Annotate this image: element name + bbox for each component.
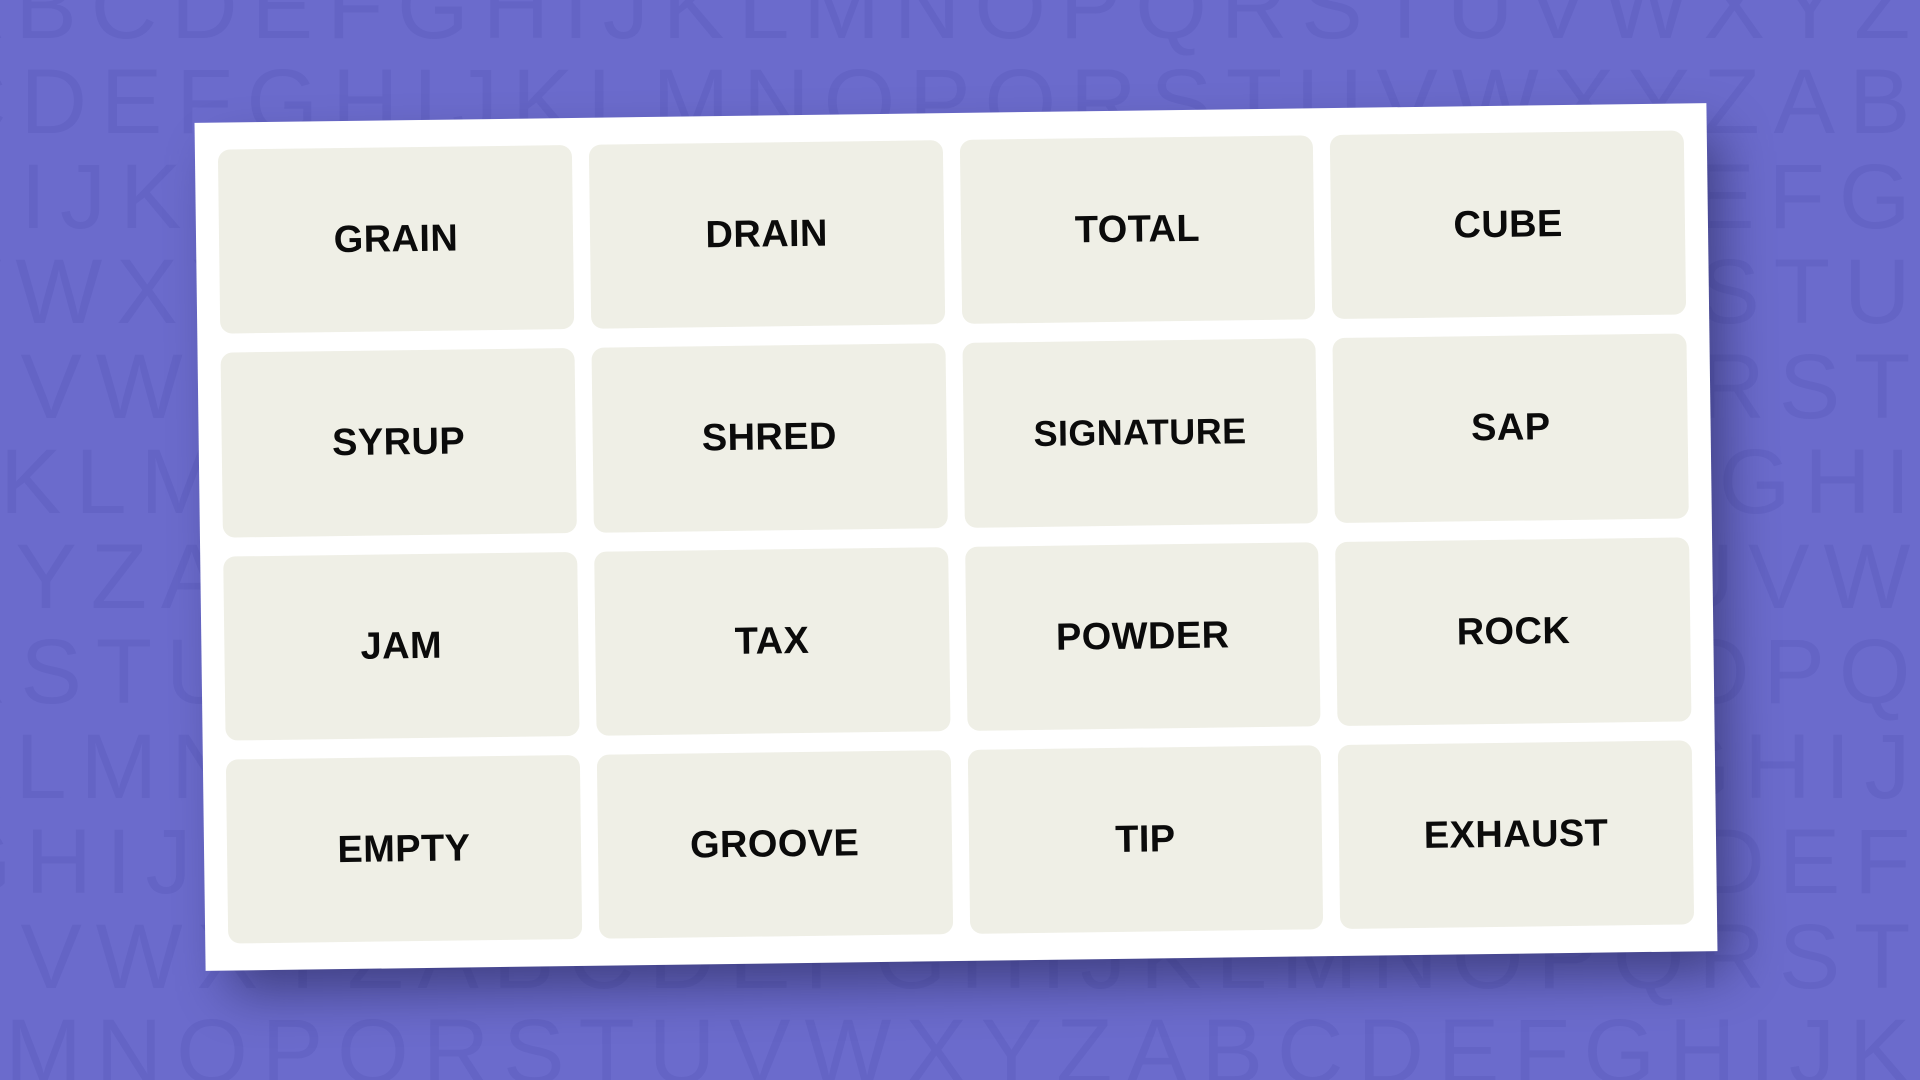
word-tile[interactable]: ROCK (1335, 536, 1692, 726)
word-tile[interactable]: EXHAUST (1338, 740, 1695, 930)
word-tile-label: ROCK (1456, 609, 1571, 654)
watermark-row: LMNOPQRSTUVWXYZABCDEFGHIJKLMNOPQ (0, 1001, 1920, 1080)
word-tile[interactable]: SAP (1332, 333, 1689, 523)
word-tile[interactable]: JAM (223, 551, 580, 741)
word-tile-label: EMPTY (337, 827, 471, 871)
word-tile-label: TIP (1114, 818, 1176, 861)
word-tile[interactable]: SYRUP (220, 348, 577, 538)
word-tile-label: TAX (734, 619, 810, 663)
word-tile[interactable]: SHRED (591, 343, 948, 533)
puzzle-board: GRAIN DRAIN TOTAL CUBE SYRUP SHRED SIGNATURE SA… (194, 103, 1718, 971)
word-tile-label: SAP (1470, 406, 1551, 450)
connections-game-screen: ABCDEFGHIJKLMNOPQRSTUVWXYZABCDEFCDEFGHIJ… (0, 0, 1920, 1080)
word-tile[interactable]: CUBE (1330, 130, 1687, 320)
word-tile-grid: GRAIN DRAIN TOTAL CUBE SYRUP SHRED SIGNATURE SA… (217, 130, 1695, 944)
word-tile[interactable]: SIGNATURE (961, 338, 1319, 528)
word-tile-label: POWDER (1055, 614, 1230, 659)
word-tile[interactable]: TOTAL (959, 135, 1316, 325)
word-tile-label: GRAIN (333, 217, 459, 262)
word-tile-label: DRAIN (705, 212, 829, 257)
word-tile-label: JAM (360, 624, 443, 668)
word-tile[interactable]: DRAIN (588, 140, 945, 330)
word-tile-label: TOTAL (1074, 207, 1201, 252)
word-tile[interactable]: TIP (967, 744, 1324, 934)
word-tile[interactable]: GROOVE (596, 749, 953, 939)
word-tile[interactable]: EMPTY (225, 754, 582, 944)
word-tile-label: CUBE (1453, 203, 1563, 247)
word-tile-label: EXHAUST (1423, 812, 1609, 857)
word-tile-label: GROOVE (689, 822, 860, 867)
watermark-row: ABCDEFGHIJKLMNOPQRSTUVWXYZABCDEF (0, 0, 1920, 58)
word-tile-label: SIGNATURE (1033, 410, 1247, 455)
word-tile[interactable]: TAX (593, 546, 951, 736)
word-tile[interactable]: POWDER (964, 541, 1321, 731)
word-tile-label: SYRUP (331, 420, 466, 465)
word-tile[interactable]: GRAIN (217, 144, 574, 334)
word-tile-label: SHRED (701, 415, 838, 460)
